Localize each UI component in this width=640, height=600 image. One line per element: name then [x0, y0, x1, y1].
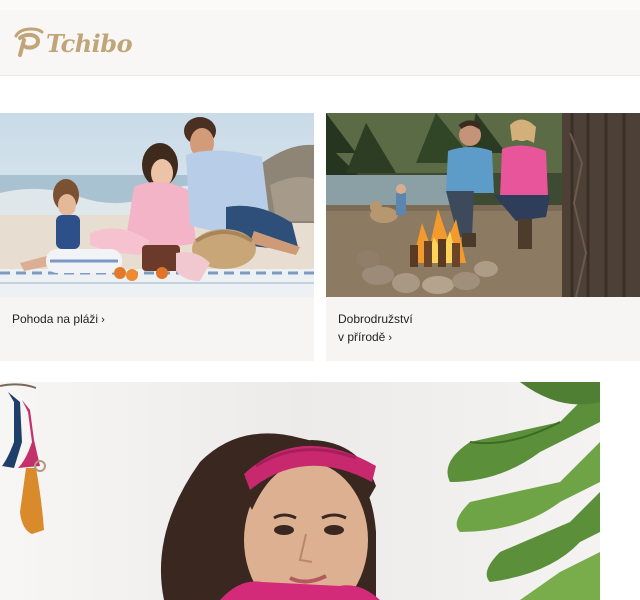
tchibo-logo-icon — [12, 24, 46, 63]
category-card-adventure[interactable]: Dobrodružství v přírodě › — [326, 113, 640, 361]
beach-family-image — [0, 113, 314, 297]
card-label-beach: Pohoda na pláži › — [12, 312, 105, 326]
category-card-beach[interactable]: Pohoda na pláži › — [0, 113, 314, 361]
card-label-adventure: Dobrodružství v přírodě › — [338, 312, 413, 344]
brand-wordmark: Tchibo — [46, 29, 133, 58]
tchibo-logo-link[interactable]: Tchibo — [12, 24, 133, 63]
hero-banner[interactable] — [0, 382, 600, 600]
site-header: Tchibo — [0, 0, 640, 76]
hero-woman-image — [0, 382, 600, 600]
campfire-family-image — [326, 113, 640, 297]
chevron-right-icon: › — [101, 314, 105, 326]
chevron-right-icon: › — [388, 332, 393, 344]
